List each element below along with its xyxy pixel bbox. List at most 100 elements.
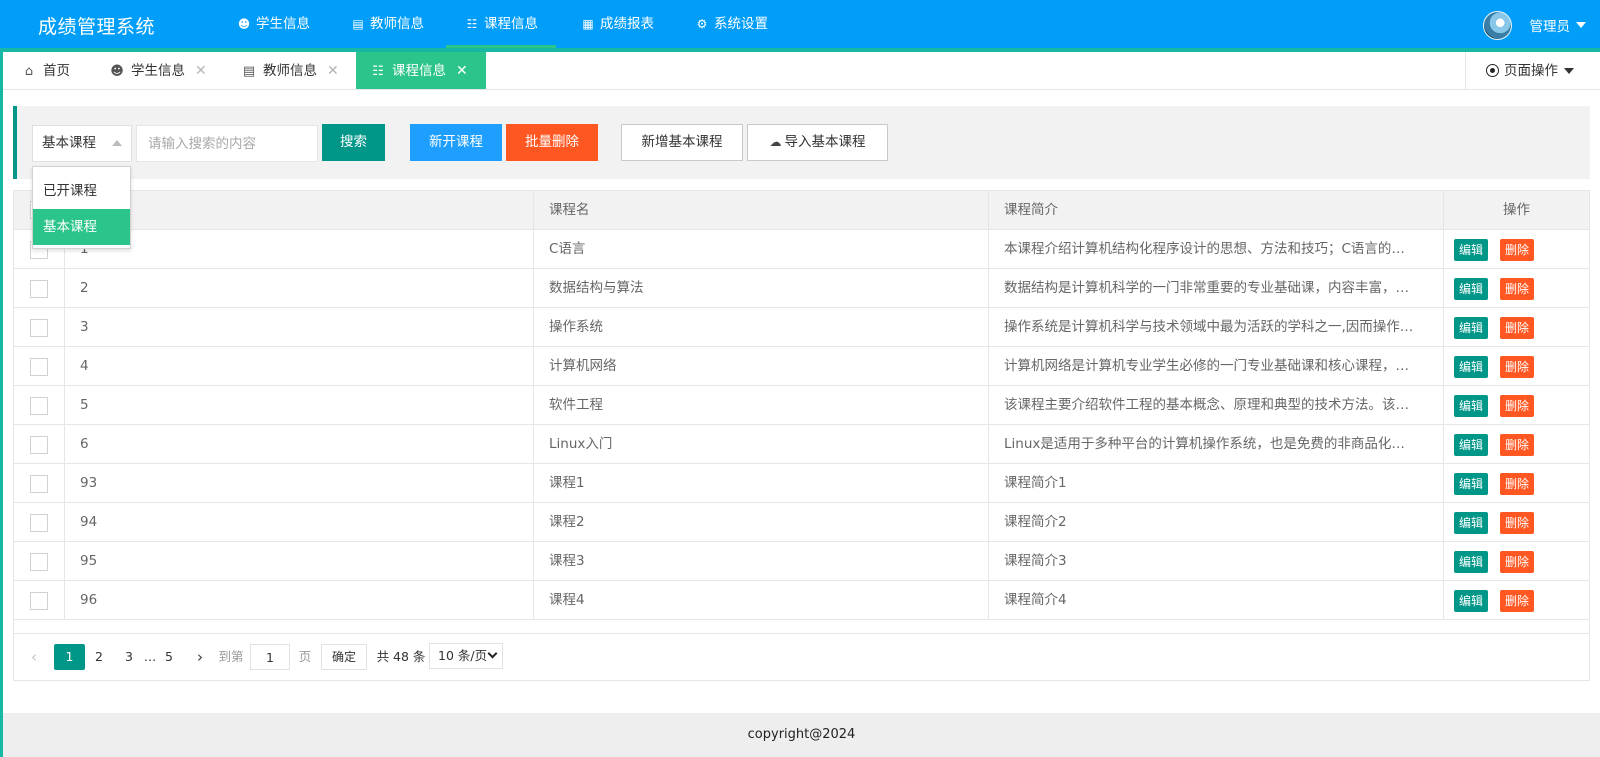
search-input[interactable]	[136, 125, 318, 162]
table-row: 96 课程4 课程简介4 编辑 删除	[14, 581, 1589, 620]
close-icon[interactable]: ✕	[456, 63, 468, 79]
delete-button[interactable]: 删除	[1500, 590, 1535, 612]
delete-button[interactable]: 删除	[1500, 356, 1535, 378]
cell-course-name: 数据结构与算法	[534, 269, 989, 307]
delete-button[interactable]: 删除	[1500, 551, 1535, 573]
edit-button[interactable]: 编辑	[1454, 278, 1489, 300]
edit-button[interactable]: 编辑	[1454, 551, 1489, 573]
chevron-down-icon	[1564, 68, 1574, 74]
header-id[interactable]: 编号	[65, 191, 534, 229]
chevron-down-icon	[1576, 22, 1586, 28]
edit-button[interactable]: 编辑	[1454, 473, 1489, 495]
table-icon: ▦	[582, 17, 594, 31]
avatar[interactable]	[1482, 10, 1512, 40]
close-icon[interactable]: ✕	[195, 63, 207, 79]
table-row: 4 计算机网络 计算机网络是计算机专业学生必修的一门专业基础课和核心课程，… 编辑 删除	[14, 347, 1589, 386]
table-row: 2 数据结构与算法 数据结构是计算机科学的一门非常重要的专业基础课，内容丰富，… 编辑…	[14, 269, 1589, 308]
table-row: 6 Linux入门 Linux是适用于多种平台的计算机操作系统，也是免费的非商品化……	[14, 425, 1589, 464]
row-actions: 编辑 删除	[1454, 356, 1546, 378]
cell-id: 95	[65, 542, 534, 580]
clipboard-icon: ▤	[242, 64, 256, 79]
course-type-dropdown: 已开课程 基本课程	[32, 166, 131, 249]
chevron-up-icon	[112, 140, 122, 146]
row-checkbox[interactable]	[30, 553, 48, 571]
row-select-cell	[14, 269, 65, 307]
cell-course-name: Linux入门	[534, 425, 989, 463]
edit-button[interactable]: 编辑	[1454, 317, 1489, 339]
page-1[interactable]: 1	[54, 644, 85, 670]
edit-button[interactable]: 编辑	[1454, 395, 1489, 417]
edit-button[interactable]: 编辑	[1454, 356, 1489, 378]
delete-button[interactable]: 删除	[1500, 317, 1535, 339]
user-menu[interactable]: 管理员	[1482, 10, 1586, 40]
edit-button[interactable]: 编辑	[1454, 512, 1489, 534]
tab-label: 首页	[43, 63, 70, 79]
cell-course-desc: 该课程主要介绍软件工程的基本概念、原理和典型的技术方法。该…	[989, 386, 1444, 424]
goto-page-input[interactable]	[250, 644, 290, 670]
new-course-button[interactable]: 新开课程	[410, 124, 502, 161]
nav-teacher-info[interactable]: ▤ 教师信息	[350, 0, 424, 48]
page-3[interactable]: 3	[122, 644, 136, 670]
page-2[interactable]: 2	[92, 644, 106, 670]
row-checkbox[interactable]	[30, 280, 48, 298]
option-opened-courses[interactable]: 已开课程	[33, 173, 130, 209]
select-value: 基本课程	[42, 135, 96, 151]
row-checkbox[interactable]	[30, 319, 48, 337]
nav-label: 系统设置	[714, 16, 768, 32]
row-select-cell	[14, 386, 65, 424]
nav-label: 教师信息	[370, 16, 424, 32]
row-actions: 编辑 删除	[1454, 395, 1546, 417]
tab-home[interactable]: ⌂ 首页	[21, 52, 70, 89]
search-button[interactable]: 搜索	[322, 124, 385, 161]
row-checkbox[interactable]	[30, 592, 48, 610]
row-checkbox[interactable]	[30, 514, 48, 532]
header-course-name: 课程名	[534, 191, 989, 229]
cell-course-desc: 课程简介1	[989, 464, 1444, 502]
row-actions: 编辑 删除	[1454, 512, 1546, 534]
close-icon[interactable]: ✕	[327, 63, 339, 79]
tab-course-info[interactable]: ☷ 课程信息 ✕	[356, 52, 486, 89]
import-basic-course-button[interactable]: ☁ 导入基本课程	[747, 124, 888, 161]
delete-button[interactable]: 删除	[1500, 512, 1535, 534]
cell-id: 1	[65, 230, 534, 268]
tab-student-info[interactable]: ☻ 学生信息 ✕	[109, 52, 207, 89]
nav-course-info[interactable]: ☷ 课程信息	[446, 0, 556, 48]
tab-teacher-info[interactable]: ▤ 教师信息 ✕	[241, 52, 339, 89]
page-operations-menu[interactable]: 页面操作	[1465, 52, 1600, 89]
home-icon: ⌂	[24, 64, 34, 79]
page-size-select[interactable]: 10 条/页	[429, 643, 503, 669]
row-checkbox[interactable]	[30, 397, 48, 415]
cell-course-name: 课程2	[534, 503, 989, 541]
course-type-select[interactable]: 基本课程	[32, 125, 132, 162]
row-checkbox[interactable]	[30, 358, 48, 376]
cell-course-desc: 计算机网络是计算机专业学生必修的一门专业基础课和核心课程，…	[989, 347, 1444, 385]
cell-course-name: C语言	[534, 230, 989, 268]
nav-grade-report[interactable]: ▦ 成绩报表	[580, 0, 654, 48]
edit-button[interactable]: 编辑	[1454, 239, 1489, 261]
edit-button[interactable]: 编辑	[1454, 590, 1489, 612]
next-page-icon[interactable]: ›	[194, 644, 206, 670]
delete-button[interactable]: 删除	[1500, 278, 1535, 300]
cell-course-name: 课程1	[534, 464, 989, 502]
row-actions: 编辑 删除	[1454, 278, 1546, 300]
goto-confirm-button[interactable]: 确定	[321, 644, 367, 670]
nav-student-info[interactable]: ☻ 学生信息	[236, 0, 310, 48]
cell-course-desc: 本课程介绍计算机结构化程序设计的思想、方法和技巧；C语言的…	[989, 230, 1444, 268]
page-size-value: 10 条/页	[438, 648, 488, 663]
row-checkbox[interactable]	[30, 436, 48, 454]
batch-delete-button[interactable]: 批量删除	[506, 124, 598, 161]
page-5[interactable]: 5	[162, 644, 176, 670]
delete-button[interactable]: 删除	[1500, 434, 1535, 456]
add-basic-course-button[interactable]: 新增基本课程	[621, 124, 743, 161]
header-actions: 操作	[1503, 202, 1530, 218]
delete-button[interactable]: 删除	[1500, 239, 1535, 261]
edit-button[interactable]: 编辑	[1454, 434, 1489, 456]
delete-button[interactable]: 删除	[1500, 473, 1535, 495]
delete-button[interactable]: 删除	[1500, 395, 1535, 417]
cell-id: 93	[65, 464, 534, 502]
option-basic-courses[interactable]: 基本课程	[33, 209, 130, 245]
prev-page-icon[interactable]: ‹	[28, 644, 40, 670]
row-checkbox[interactable]	[30, 475, 48, 493]
nav-system-settings[interactable]: ⚙ 系统设置	[694, 0, 768, 48]
top-header: 成绩管理系统 ☻ 学生信息 ▤ 教师信息 ☷ 课程信息 ▦ 成绩报表 ⚙ 系统设置 管理员	[0, 0, 1600, 52]
